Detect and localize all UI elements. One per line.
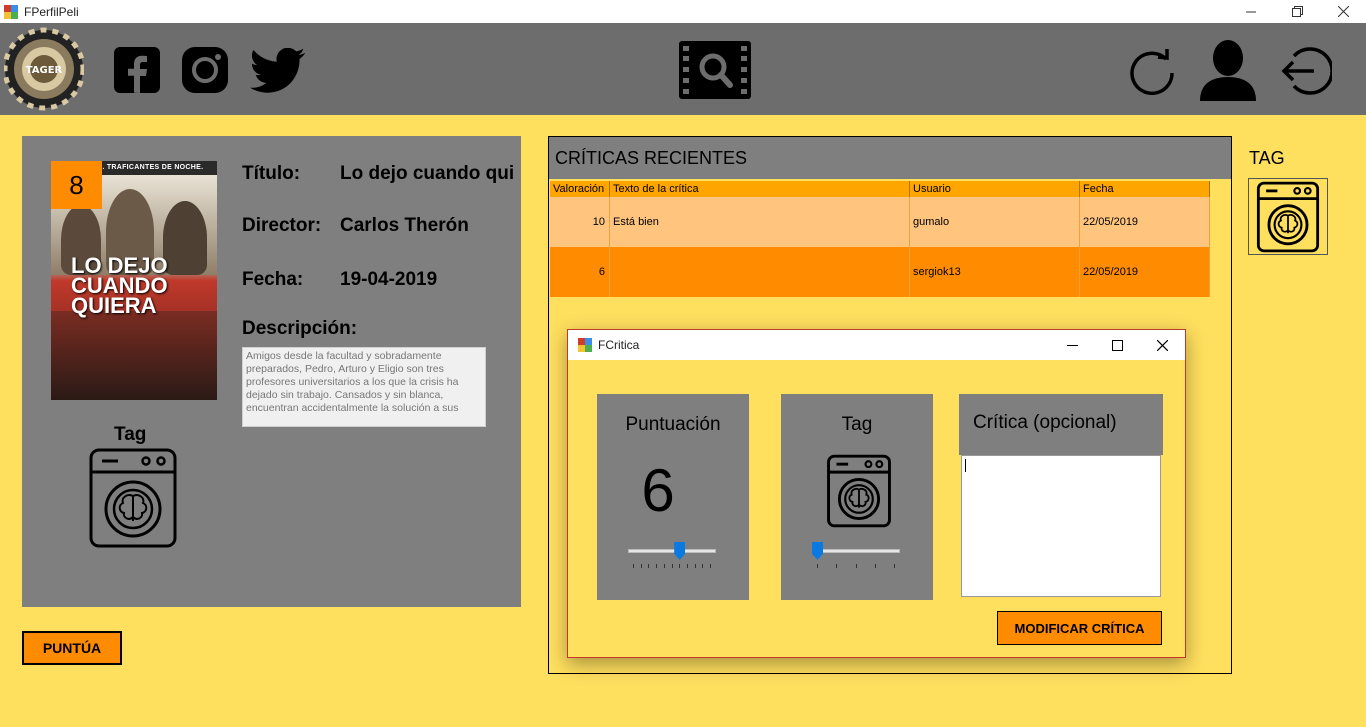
app-icon <box>4 4 18 19</box>
grid-header: Valoración Texto de la crítica Usuario F… <box>550 181 1210 197</box>
cell-text: Está bien <box>610 197 910 247</box>
score-card: Puntuación 6 <box>597 394 749 600</box>
slider-tick <box>663 564 665 568</box>
tag-slider[interactable] <box>812 542 900 568</box>
slider-tick <box>855 564 857 568</box>
twitter-icon[interactable] <box>250 47 306 99</box>
side-tag-box[interactable] <box>1248 178 1328 255</box>
slider-tick <box>874 564 876 568</box>
slider-tick <box>679 564 681 568</box>
dialog-close-button[interactable] <box>1140 330 1185 360</box>
app-logo[interactable]: TAGER <box>2 27 86 116</box>
tag-label: Tag <box>114 424 147 445</box>
cell-rating: 6 <box>550 247 610 297</box>
description-label: Descripción: <box>242 318 358 339</box>
description-text[interactable]: Amigos desde la facultad y sobradamente … <box>242 347 486 427</box>
movie-info-panel: ES DE DÍA. TRAFICANTES DE NOCHE. LO DEJO… <box>22 136 521 607</box>
slider-tick <box>694 564 696 568</box>
title-value: Lo dejo cuando qui <box>340 163 515 184</box>
tag-slider-thumb[interactable] <box>812 542 823 560</box>
close-button[interactable] <box>1320 0 1366 23</box>
instagram-icon[interactable] <box>181 46 229 99</box>
logo-text: TAGER <box>26 65 63 76</box>
title-label: Título: <box>242 163 301 184</box>
table-row[interactable]: 6 sergiok13 22/05/2019 <box>550 247 1210 297</box>
poster-title: LO DEJO CUANDO QUIERA <box>71 253 168 318</box>
dialog-minimize-button[interactable] <box>1050 330 1095 360</box>
top-toolbar: TAGER <box>0 23 1366 115</box>
slider-tick <box>648 564 650 568</box>
cell-user: sergiok13 <box>910 247 1080 297</box>
slider-tick <box>640 564 642 568</box>
column-header-text[interactable]: Texto de la crítica <box>610 181 910 197</box>
slider-tick <box>710 564 711 568</box>
score-slider[interactable] <box>628 542 716 568</box>
table-row[interactable]: 10 Está bien gumalo 22/05/2019 <box>550 197 1210 247</box>
slider-tick <box>633 564 634 568</box>
score-slider-thumb[interactable] <box>674 542 686 560</box>
director-value: Carlos Therón <box>340 215 469 236</box>
user-icon[interactable] <box>1200 39 1256 106</box>
cell-text <box>610 247 910 297</box>
column-header-user[interactable]: Usuario <box>910 181 1080 197</box>
review-label: Crítica (opcional) <box>959 394 1163 455</box>
window-title-bar: FPerfilPeli <box>0 0 1366 23</box>
score-value: 6 <box>641 457 675 524</box>
modify-review-button[interactable]: MODIFICAR CRÍTICA <box>997 611 1162 645</box>
cell-rating: 10 <box>550 197 610 247</box>
slider-tick <box>702 564 704 568</box>
cell-date: 22/05/2019 <box>1080 197 1210 247</box>
refresh-icon[interactable] <box>1128 47 1176 100</box>
cell-user: gumalo <box>910 197 1080 247</box>
slider-tick <box>836 564 838 568</box>
review-card: Crítica (opcional) <box>959 394 1163 600</box>
restore-button[interactable] <box>1274 0 1320 23</box>
column-header-rating[interactable]: Valoración <box>550 181 610 197</box>
dialog-tag-label: Tag <box>841 414 873 435</box>
dialog-maximize-button[interactable] <box>1095 330 1140 360</box>
washing-machine-brain-icon <box>88 447 178 554</box>
slider-tick <box>686 564 688 568</box>
film-search-icon[interactable] <box>679 41 751 104</box>
washing-machine-brain-icon <box>1256 181 1320 252</box>
movie-score-badge: 8 <box>51 161 102 209</box>
dialog-app-icon <box>578 338 592 352</box>
window-title: FPerfilPeli <box>24 4 79 19</box>
date-value: 19-04-2019 <box>340 269 438 290</box>
side-tag-label: TAG <box>1249 148 1285 168</box>
slider-tick <box>894 564 895 568</box>
rate-button[interactable]: PUNTÚA <box>22 631 122 665</box>
column-header-date[interactable]: Fecha <box>1080 181 1210 197</box>
tag-card: Tag <box>781 394 933 600</box>
director-label: Director: <box>242 215 322 236</box>
logout-icon[interactable] <box>1280 46 1334 101</box>
slider-tick <box>817 564 818 568</box>
date-label: Fecha: <box>242 269 304 290</box>
recent-reviews-header: CRÍTICAS RECIENTES <box>549 137 1231 179</box>
cell-date: 22/05/2019 <box>1080 247 1210 297</box>
score-label: Puntuación <box>625 414 721 435</box>
reviews-grid[interactable]: Valoración Texto de la crítica Usuario F… <box>550 181 1210 297</box>
review-textarea[interactable] <box>961 455 1161 597</box>
dialog-title: FCritica <box>598 338 640 352</box>
washing-machine-brain-icon <box>826 454 892 533</box>
review-dialog: FCritica Puntuación 6 Tag Crítica (opcio… <box>567 329 1186 658</box>
dialog-title-bar: FCritica <box>568 330 1185 360</box>
minimize-button[interactable] <box>1228 0 1274 23</box>
slider-tick <box>656 564 658 568</box>
slider-tick <box>671 564 673 568</box>
facebook-icon[interactable] <box>113 46 161 99</box>
